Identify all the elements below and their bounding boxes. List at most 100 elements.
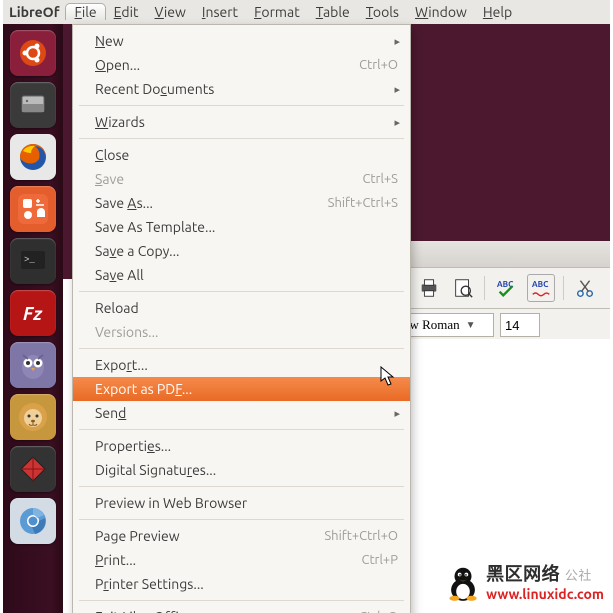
menu-item-label: Open... [95,57,359,73]
menu-item-pagepreview[interactable]: Page PreviewShift+Ctrl+O [73,524,410,548]
svg-text:Fz: Fz [23,304,43,324]
submenu-arrow-icon: ▸ [394,407,400,420]
cut-icon[interactable] [572,275,598,301]
menubar-item-table[interactable]: Table [308,4,358,20]
menu-item-accel: Shift+Ctrl+O [324,529,398,543]
submenu-arrow-icon: ▸ [394,116,400,129]
menu-item-label: Save All [95,267,398,283]
menu-item-accel: Ctrl+S [362,172,398,186]
app-name: LibreOf [3,4,65,20]
menu-item-saveall[interactable]: Save All [73,263,410,287]
launcher-terminal[interactable]: >_ [10,238,56,284]
menu-item-label: New [95,33,398,49]
menu-separator [79,348,404,349]
menu-item-accel: Ctrl+O [359,58,398,72]
menu-separator [79,291,404,292]
menu-item-label: Send [95,405,398,421]
menu-item-label: Properties... [95,438,398,454]
menubar-item-window[interactable]: Window [407,4,475,20]
menu-item-close[interactable]: Close [73,143,410,167]
menubar-item-format[interactable]: Format [246,4,308,20]
launcher-firefox[interactable] [10,134,56,180]
chevron-down-icon: ▼ [466,320,476,331]
menu-item-versions: Versions... [73,320,410,344]
menu-item-printersettings[interactable]: Printer Settings... [73,572,410,596]
watermark-brand: 黑区网络 [486,564,560,584]
menu-item-savetemplate[interactable]: Save As Template... [73,215,410,239]
print-direct-icon[interactable] [416,275,442,301]
menu-separator [79,519,404,520]
launcher-files[interactable] [10,82,56,128]
submenu-arrow-icon: ▸ [394,83,400,96]
launcher-dash[interactable] [10,30,56,76]
watermark: 黑区网络 公社 www.linuxidc.com [446,560,604,602]
menu-item-open[interactable]: Open...Ctrl+O [73,53,410,77]
menu-item-label: Printer Settings... [95,576,398,592]
spellcheck-icon[interactable]: ABC [493,275,519,301]
font-size-value: 14 [505,318,519,333]
menu-item-label: Preview in Web Browser [95,495,398,511]
menubar-item-insert[interactable]: Insert [194,4,246,20]
menubar: LibreOf FileEditViewInsertFormatTableToo… [3,0,610,24]
launcher-gajim[interactable] [10,342,56,388]
menu-item-save: SaveCtrl+S [73,167,410,191]
submenu-arrow-icon: ▸ [394,35,400,48]
menu-separator [79,486,404,487]
menu-separator [79,429,404,430]
watermark-sub: 公社 [565,569,592,583]
auto-spellcheck-icon[interactable]: ABC [527,274,555,302]
menu-item-new[interactable]: New▸ [73,29,410,53]
menu-item-label: Save As Template... [95,219,398,235]
menu-item-preview[interactable]: Preview in Web Browser [73,491,410,515]
menu-item-exit[interactable]: Exit LibreOfficeCtrl+Q [73,605,410,613]
menu-item-savecopy[interactable]: Save a Copy... [73,239,410,263]
menu-item-export[interactable]: Export... [73,353,410,377]
menu-item-recent[interactable]: Recent Documents▸ [73,77,410,101]
menu-separator [79,600,404,601]
font-size-select[interactable]: 14 [500,313,540,337]
file-menu: New▸Open...Ctrl+ORecent Documents▸Wizard… [72,24,411,613]
menubar-item-file[interactable]: File [65,3,105,20]
menu-item-saveas[interactable]: Save As...Shift+Ctrl+S [73,191,410,215]
menu-item-label: Exit LibreOffice [95,609,359,613]
menu-item-label: Save [95,171,362,187]
menu-item-label: Save a Copy... [95,243,398,259]
svg-text:ABC: ABC [532,279,549,289]
launcher-other[interactable] [10,446,56,492]
menu-item-label: Print... [95,552,361,568]
unity-launcher: >_ Fz [3,24,63,613]
menu-item-reload[interactable]: Reload [73,296,410,320]
menu-item-accel: Shift+Ctrl+S [328,196,398,210]
menubar-item-edit[interactable]: Edit [106,4,147,20]
launcher-filezilla[interactable]: Fz [10,290,56,336]
menu-item-label: Save As... [95,195,328,211]
tux-icon [446,564,480,602]
print-preview-icon[interactable] [450,275,476,301]
launcher-beaver[interactable] [10,394,56,440]
menubar-item-view[interactable]: View [147,4,194,20]
watermark-url: www.linuxidc.com [486,586,604,602]
menu-item-label: Versions... [95,324,398,340]
menu-item-exportpdf[interactable]: Export as PDF... [73,377,410,401]
menubar-item-help[interactable]: Help [475,4,520,20]
menu-item-accel: Ctrl+P [361,553,398,567]
menu-item-label: Page Preview [95,528,324,544]
menu-item-print[interactable]: Print...Ctrl+P [73,548,410,572]
menu-item-label: Wizards [95,114,398,130]
launcher-chromium[interactable] [10,498,56,544]
svg-text:>_: >_ [24,255,35,265]
menu-separator [79,138,404,139]
menu-item-label: Close [95,147,398,163]
menu-item-label: Recent Documents [95,81,398,97]
menu-item-label: Reload [95,300,398,316]
menu-item-label: Export... [95,357,398,373]
menu-separator [79,105,404,106]
menubar-item-tools[interactable]: Tools [358,4,407,20]
menu-item-label: Export as PDF... [95,381,398,397]
menu-item-wizards[interactable]: Wizards▸ [73,110,410,134]
menu-item-label: Digital Signatures... [95,462,398,478]
menu-item-properties[interactable]: Properties... [73,434,410,458]
launcher-settings[interactable] [10,186,56,232]
menu-item-send[interactable]: Send▸ [73,401,410,425]
menu-item-digitalsig[interactable]: Digital Signatures... [73,458,410,482]
